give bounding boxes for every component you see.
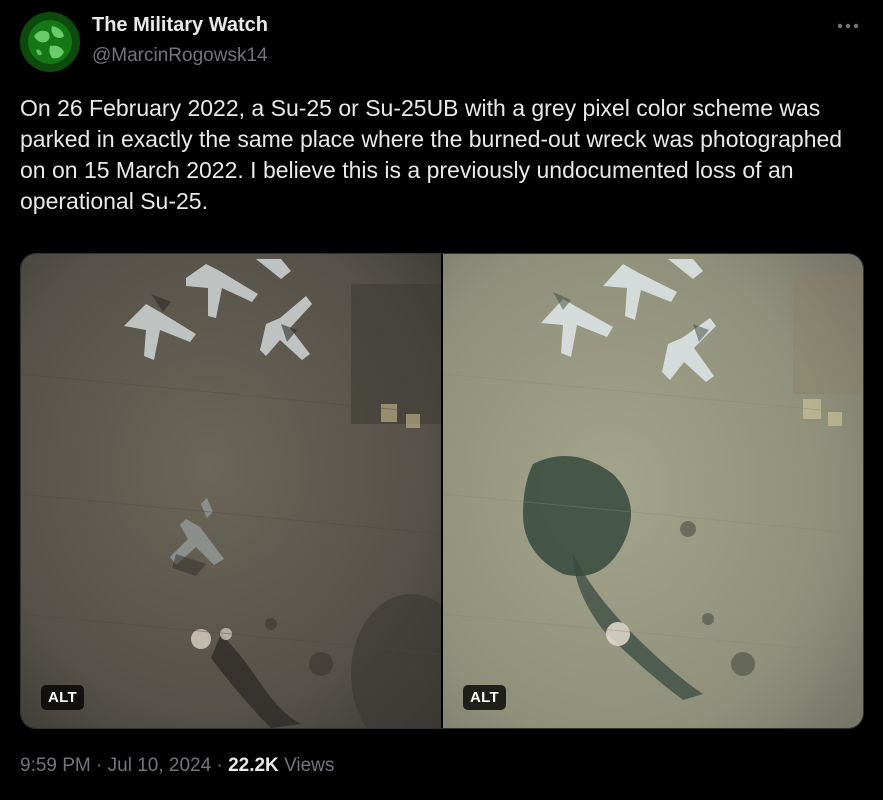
alt-text-badge[interactable]: ALT xyxy=(463,685,506,710)
views-label: Views xyxy=(284,755,335,776)
tweet-date[interactable]: Jul 10, 2024 xyxy=(108,755,212,776)
author-display-name[interactable]: The Military Watch xyxy=(92,14,268,37)
satellite-image xyxy=(443,254,863,728)
satellite-image xyxy=(21,254,441,728)
satellite-image-february[interactable]: ALT xyxy=(21,254,441,728)
tweet-time[interactable]: 9:59 PM xyxy=(20,755,91,776)
globe-icon xyxy=(20,12,80,72)
alt-text-badge[interactable]: ALT xyxy=(41,685,84,710)
meta-separator: · xyxy=(216,755,223,776)
tweet-meta: 9:59 PM · Jul 10, 2024 · 22.2K Views xyxy=(20,755,334,777)
media-grid: ALT ALT xyxy=(20,253,864,729)
tweet-text: On 26 February 2022, a Su-25 or Su-25UB … xyxy=(20,95,849,214)
meta-separator: · xyxy=(96,755,103,776)
more-options-button[interactable] xyxy=(833,14,863,38)
satellite-image-march[interactable]: ALT xyxy=(443,254,863,728)
avatar[interactable] xyxy=(20,12,80,72)
more-horizontal-icon xyxy=(837,23,859,29)
views-count: 22.2K xyxy=(228,755,279,776)
author-handle[interactable]: @MarcinRogowsk14 xyxy=(92,45,268,67)
